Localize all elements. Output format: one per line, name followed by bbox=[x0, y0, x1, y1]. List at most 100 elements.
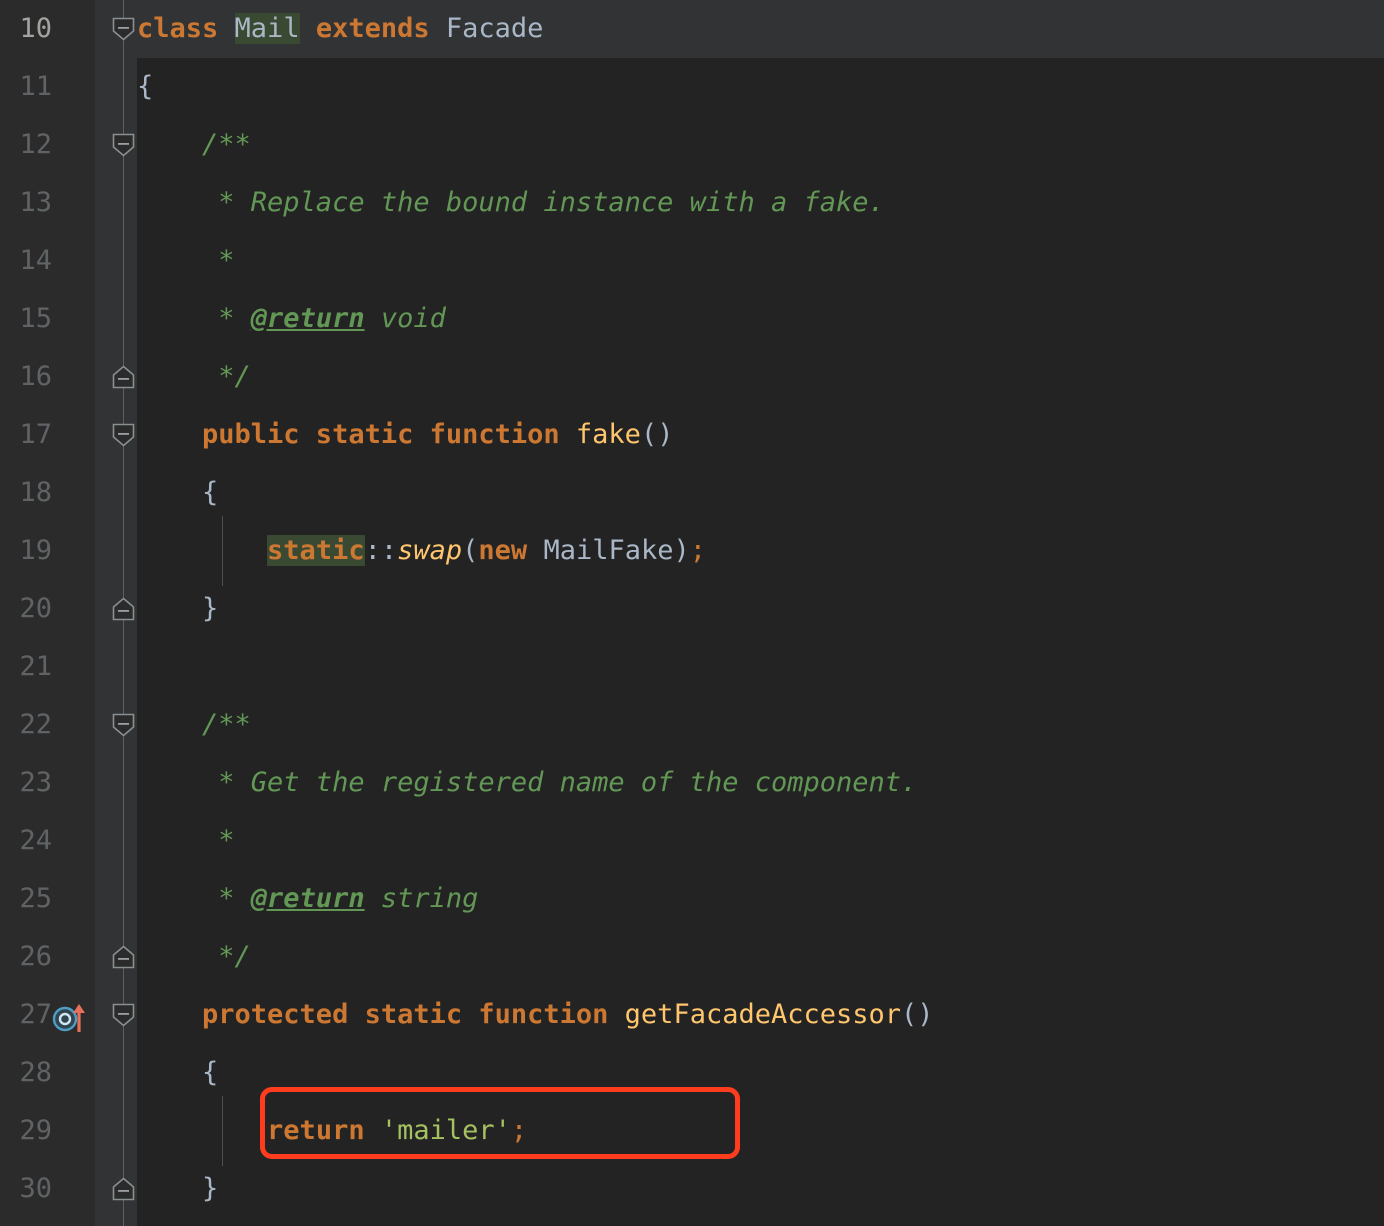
token-cmt: void bbox=[364, 303, 446, 334]
token-plain: Facade bbox=[429, 13, 544, 44]
line-number-16[interactable]: 16 bbox=[0, 348, 52, 406]
code-text-line-16[interactable]: */ bbox=[137, 348, 251, 406]
line-number-11[interactable]: 11 bbox=[0, 58, 52, 116]
line-number-27[interactable]: 27 bbox=[0, 986, 52, 1044]
line-number-25[interactable]: 25 bbox=[0, 870, 52, 928]
token-plain: } bbox=[137, 593, 219, 624]
fold-start-icon-line-10[interactable] bbox=[112, 17, 135, 41]
code-line-11[interactable]: 11 { bbox=[0, 58, 1384, 116]
code-text-line-15[interactable]: * @return void bbox=[137, 290, 446, 348]
line-number-22[interactable]: 22 bbox=[0, 696, 52, 754]
token-semi: ; bbox=[510, 1115, 528, 1146]
line-number-24[interactable]: 24 bbox=[0, 812, 52, 870]
code-text-line-25[interactable]: * @return string bbox=[137, 870, 478, 928]
line-number-30[interactable]: 30 bbox=[0, 1160, 52, 1218]
code-text-line-10[interactable]: class Mail extends Facade bbox=[137, 0, 543, 58]
code-text-line-26[interactable]: */ bbox=[137, 928, 251, 986]
code-line-16[interactable]: 16 */ bbox=[0, 348, 1384, 406]
line-number-17[interactable]: 17 bbox=[0, 406, 52, 464]
code-line-19[interactable]: 19 static::swap(new MailFake); bbox=[0, 522, 1384, 580]
token-kw: new bbox=[478, 535, 528, 566]
line-number-29[interactable]: 29 bbox=[0, 1102, 52, 1160]
token-cmt: * bbox=[137, 825, 235, 856]
line-number-12[interactable]: 12 bbox=[0, 116, 52, 174]
fold-start-icon-line-12[interactable] bbox=[112, 133, 135, 157]
code-text-line-27[interactable]: protected static function getFacadeAcces… bbox=[137, 986, 934, 1044]
code-text-line-12[interactable]: /** bbox=[137, 116, 251, 174]
token-kw: protected static function bbox=[137, 999, 625, 1030]
fold-end-icon-line-16[interactable] bbox=[112, 365, 135, 389]
code-line-30[interactable]: 30 } bbox=[0, 1160, 1384, 1218]
token-plain: ( bbox=[462, 535, 479, 566]
fold-start-icon-line-27[interactable] bbox=[112, 1003, 135, 1027]
code-text-line-30[interactable]: } bbox=[137, 1160, 218, 1218]
token-semi: ; bbox=[689, 535, 707, 566]
code-line-28[interactable]: 28 { bbox=[0, 1044, 1384, 1102]
fold-end-icon-line-30[interactable] bbox=[112, 1177, 135, 1201]
token-plain: () bbox=[640, 419, 674, 450]
code-line-12[interactable]: 12 /** bbox=[0, 116, 1384, 174]
fold-end-icon-line-26[interactable] bbox=[112, 945, 135, 969]
code-text-line-18[interactable]: { bbox=[137, 464, 218, 522]
code-line-10[interactable]: 10 class Mail extends Facade bbox=[0, 0, 1384, 58]
line-number-13[interactable]: 13 bbox=[0, 174, 52, 232]
code-line-18[interactable]: 18 { bbox=[0, 464, 1384, 522]
token-kw: class bbox=[137, 13, 219, 44]
code-line-17[interactable]: 17 public static function fake() bbox=[0, 406, 1384, 464]
fold-start-icon-line-22[interactable] bbox=[112, 713, 135, 737]
indent-guide-line-19 bbox=[222, 516, 223, 586]
token-plain: () bbox=[901, 999, 934, 1030]
token-cmt: * Get the registered name of the compone… bbox=[137, 767, 918, 798]
line-number-15[interactable]: 15 bbox=[0, 290, 52, 348]
code-text-line-28[interactable]: { bbox=[137, 1044, 218, 1102]
line-number-28[interactable]: 28 bbox=[0, 1044, 52, 1102]
token-cmt: * bbox=[137, 303, 251, 334]
token-hl-ident: Mail bbox=[234, 13, 300, 44]
code-line-29[interactable]: 29 return 'mailer'; bbox=[0, 1102, 1384, 1160]
code-line-23[interactable]: 23 * Get the registered name of the comp… bbox=[0, 754, 1384, 812]
code-editor[interactable]: 10 class Mail extends Facade 11{12 /** 13 *… bbox=[0, 0, 1384, 1226]
code-line-21[interactable]: 21 bbox=[0, 638, 1384, 696]
line-number-21[interactable]: 21 bbox=[0, 638, 52, 696]
line-number-19[interactable]: 19 bbox=[0, 522, 52, 580]
line-number-26[interactable]: 26 bbox=[0, 928, 52, 986]
code-line-27[interactable]: 27 protected static function getFacadeAc… bbox=[0, 986, 1384, 1044]
code-text-line-11[interactable]: { bbox=[137, 58, 153, 116]
line-number-10[interactable]: 10 bbox=[0, 0, 52, 58]
line-number-18[interactable]: 18 bbox=[0, 464, 52, 522]
code-line-26[interactable]: 26 */ bbox=[0, 928, 1384, 986]
code-line-14[interactable]: 14 * bbox=[0, 232, 1384, 290]
code-line-15[interactable]: 15 * @return void bbox=[0, 290, 1384, 348]
fold-start-icon-line-17[interactable] bbox=[112, 423, 135, 447]
code-text-line-17[interactable]: public static function fake() bbox=[137, 406, 673, 464]
line-number-14[interactable]: 14 bbox=[0, 232, 52, 290]
code-line-25[interactable]: 25 * @return string bbox=[0, 870, 1384, 928]
token-kw: public static function bbox=[137, 419, 576, 450]
fold-end-icon-line-20[interactable] bbox=[112, 597, 135, 621]
code-text-line-14[interactable]: * bbox=[137, 232, 234, 290]
code-text-line-23[interactable]: * Get the registered name of the compone… bbox=[137, 754, 917, 812]
code-text-line-22[interactable]: /** bbox=[137, 696, 251, 754]
line-number-20[interactable]: 20 bbox=[0, 580, 52, 638]
token-cmt: */ bbox=[137, 361, 251, 392]
code-line-13[interactable]: 13 * Replace the bound instance with a f… bbox=[0, 174, 1384, 232]
code-text-line-29[interactable]: return 'mailer'; bbox=[137, 1102, 527, 1160]
line-number-23[interactable]: 23 bbox=[0, 754, 52, 812]
code-text-line-20[interactable]: } bbox=[137, 580, 218, 638]
token-cmt: * bbox=[137, 883, 251, 914]
code-text-line-24[interactable]: * bbox=[137, 812, 235, 870]
code-line-20[interactable]: 20 } bbox=[0, 580, 1384, 638]
code-text-line-13[interactable]: * Replace the bound instance with a fake… bbox=[137, 174, 884, 232]
token-plain: } bbox=[137, 1173, 219, 1204]
code-line-24[interactable]: 24 * bbox=[0, 812, 1384, 870]
code-line-22[interactable]: 22 /** bbox=[0, 696, 1384, 754]
token-fn: getFacadeAccessor bbox=[624, 999, 902, 1030]
overriding-method-icon[interactable] bbox=[52, 998, 92, 1032]
token-hl-ident-kw: static bbox=[267, 535, 365, 566]
token-cmt: /** bbox=[137, 129, 251, 160]
token-plain: { bbox=[137, 71, 154, 102]
token-cmt: */ bbox=[137, 941, 251, 972]
